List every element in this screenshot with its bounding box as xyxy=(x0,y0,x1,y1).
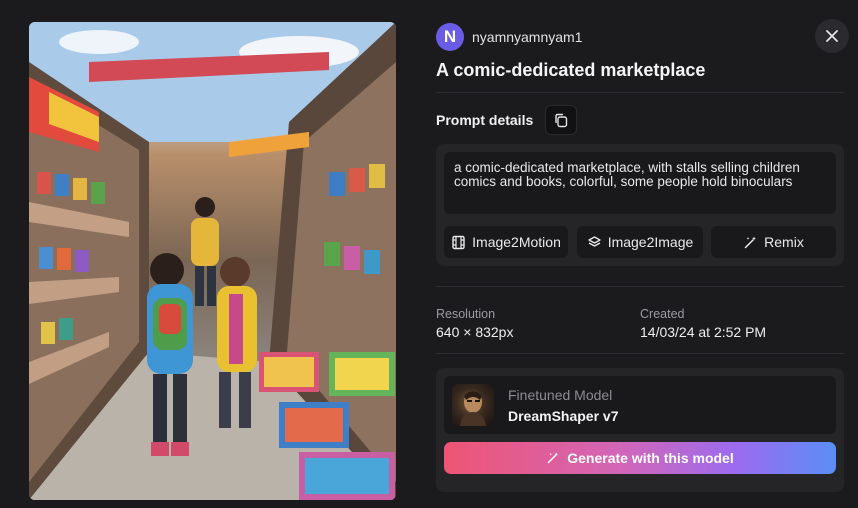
image2motion-label: Image2Motion xyxy=(472,234,561,250)
model-thumbnail-art xyxy=(460,391,486,426)
divider xyxy=(436,286,844,287)
magic-wand-icon xyxy=(547,452,559,464)
prompt-text: a comic-dedicated marketplace, with stal… xyxy=(444,152,836,214)
remix-button[interactable]: Remix xyxy=(711,226,836,258)
close-button[interactable] xyxy=(815,19,849,53)
remix-label: Remix xyxy=(764,234,804,250)
image2image-label: Image2Image xyxy=(607,234,694,250)
created-value: 14/03/24 at 2:52 PM xyxy=(640,324,767,340)
generate-with-model-button[interactable]: Generate with this model xyxy=(444,442,836,474)
author-username[interactable]: nyamnyamnyam1 xyxy=(472,29,583,45)
magic-wand-icon xyxy=(744,236,757,248)
divider xyxy=(436,92,844,93)
generate-label: Generate with this model xyxy=(567,450,734,466)
prompt-card: a comic-dedicated marketplace, with stal… xyxy=(436,144,844,266)
marketplace-illustration xyxy=(29,22,396,500)
avatar[interactable]: N xyxy=(436,23,464,51)
model-info[interactable]: Finetuned Model DreamShaper v7 xyxy=(444,376,836,434)
divider xyxy=(436,353,844,354)
image-detail-modal: N nyamnyamnyam1 A comic-dedicated market… xyxy=(0,0,858,508)
layers-icon xyxy=(588,235,601,247)
page-title: A comic-dedicated marketplace xyxy=(436,60,706,80)
model-thumbnail xyxy=(452,384,494,426)
model-name: DreamShaper v7 xyxy=(508,408,619,424)
image2image-button[interactable]: Image2Image xyxy=(577,226,703,258)
image2motion-button[interactable]: Image2Motion xyxy=(444,226,568,258)
resolution-value: 640 × 832px xyxy=(436,324,514,340)
generated-image[interactable] xyxy=(29,22,396,500)
resolution-label: Resolution xyxy=(436,307,496,321)
prompt-details-heading: Prompt details xyxy=(436,112,534,128)
film-icon xyxy=(452,235,465,249)
copy-icon xyxy=(555,113,568,127)
copy-prompt-button[interactable] xyxy=(545,105,577,135)
close-icon xyxy=(826,30,838,42)
model-type-label: Finetuned Model xyxy=(508,387,613,403)
model-card: Finetuned Model DreamShaper v7 Generate … xyxy=(436,368,844,492)
created-label: Created xyxy=(640,307,685,321)
